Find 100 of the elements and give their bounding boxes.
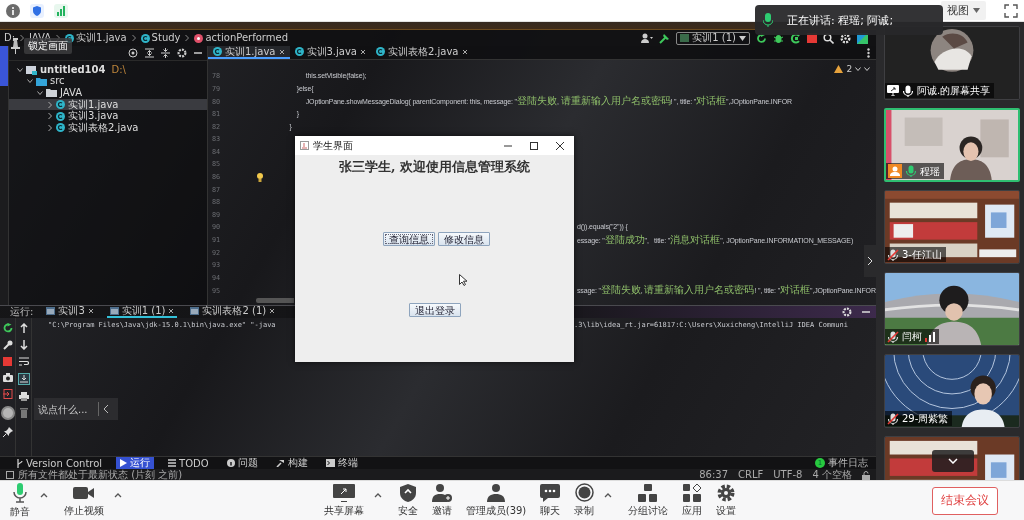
window-icon: [46, 307, 56, 315]
camera-icon[interactable]: [2, 373, 13, 382]
scroll-to-end-icon[interactable]: [17, 373, 30, 385]
more-icon[interactable]: [867, 47, 870, 58]
tree-item[interactable]: 实训3.java: [9, 110, 207, 122]
tool-window-tab[interactable]: Version Control: [12, 457, 107, 469]
rerun-icon[interactable]: [2, 323, 13, 333]
video-tile[interactable]: 阿诚.的屏幕共享: [884, 26, 1020, 100]
video-tile[interactable]: 闫柯: [884, 272, 1020, 346]
run-configuration-dropdown[interactable]: 实训1 (1): [676, 31, 750, 45]
close-icon[interactable]: [278, 48, 285, 55]
print-icon[interactable]: [18, 392, 29, 401]
tree-item[interactable]: 实训表格2.java: [9, 121, 207, 134]
video-tile[interactable]: 程瑶: [884, 108, 1020, 182]
toolbar-button[interactable]: 邀请: [427, 483, 456, 518]
search-icon[interactable]: [823, 32, 834, 44]
shield-icon: [30, 3, 44, 18]
toolbar-button[interactable]: 停止视频: [60, 483, 108, 518]
close-icon[interactable]: [168, 308, 175, 314]
tree-item[interactable]: 实训1.java: [9, 98, 207, 111]
pin-icon[interactable]: [2, 427, 13, 437]
toolbar-button[interactable]: 安全: [393, 483, 422, 518]
wrench-icon[interactable]: [2, 340, 13, 350]
maximize-icon[interactable]: [530, 141, 538, 150]
end-meeting-button[interactable]: 结束会议: [932, 486, 998, 515]
close-icon[interactable]: [87, 308, 94, 314]
tool-window-tab[interactable]: 终端: [321, 457, 362, 469]
action-button[interactable]: 查询信息: [383, 232, 435, 246]
coverage-icon[interactable]: [790, 32, 801, 44]
caret-icon[interactable]: [40, 491, 48, 498]
toolbar-button[interactable]: 录制: [570, 483, 599, 518]
previous-icon: [855, 65, 861, 73]
close-icon[interactable]: [556, 141, 564, 150]
run-tab[interactable]: 实训3: [43, 306, 97, 318]
breadcrumb-item[interactable]: Study: [151, 32, 181, 44]
light-bulb-icon[interactable]: [257, 172, 263, 182]
tool-window-tab[interactable]: 问题: [222, 457, 262, 469]
close-icon[interactable]: [269, 308, 276, 314]
collapse-all-icon[interactable]: [161, 48, 170, 58]
scrollbar[interactable]: [256, 298, 294, 303]
toolbar-button[interactable]: 静音: [6, 482, 34, 519]
caret-icon[interactable]: [373, 491, 382, 498]
expand-all-icon[interactable]: [145, 48, 154, 58]
exit-icon[interactable]: [2, 389, 13, 399]
video-tile[interactable]: 3-任江山: [884, 190, 1020, 264]
scroll-down-button[interactable]: [932, 450, 974, 472]
toolbar-button[interactable]: 共享屏幕: [319, 483, 368, 518]
logout-button[interactable]: 退出登录: [408, 303, 461, 317]
caret-icon[interactable]: [114, 491, 122, 498]
editor-tab[interactable]: 实训1.java: [208, 46, 290, 59]
down-arrow-icon[interactable]: [19, 340, 28, 350]
target-icon[interactable]: [128, 48, 138, 58]
toolbar-button[interactable]: 管理成员(39): [461, 483, 531, 518]
status-item[interactable]: UTF-8: [773, 469, 803, 480]
fullscreen-icon[interactable]: [1004, 3, 1018, 18]
tool-window-tab[interactable]: 构建: [271, 457, 312, 469]
toolbar-button[interactable]: 分组讨论: [624, 483, 673, 518]
status-item[interactable]: CRLF: [738, 469, 764, 480]
close-icon[interactable]: [360, 48, 366, 55]
avatar-icon[interactable]: [0, 406, 15, 420]
video-tile[interactable]: 29-周紫繁: [884, 354, 1020, 428]
status-item[interactable]: 86:37: [699, 469, 729, 480]
tool-window-tab[interactable]: 运行: [116, 457, 155, 469]
trash-icon[interactable]: [19, 408, 28, 418]
settings-icon[interactable]: [177, 48, 187, 58]
bug-icon[interactable]: [773, 32, 784, 44]
breadcrumb-item[interactable]: D:: [4, 32, 16, 44]
event-log-link[interactable]: 事件日志: [828, 456, 868, 470]
soft-wrap-icon[interactable]: [18, 357, 29, 366]
status-item[interactable]: 4 个空格: [812, 469, 852, 480]
editor-tab[interactable]: 实训表格2.java: [371, 46, 473, 59]
user-icon[interactable]: [641, 33, 654, 43]
up-arrow-icon[interactable]: [19, 323, 28, 333]
close-icon[interactable]: [461, 48, 468, 55]
hammer-icon[interactable]: [659, 32, 671, 44]
action-button[interactable]: 修改信息: [438, 232, 490, 246]
tree-item[interactable]: src: [9, 75, 207, 88]
info-icon: [6, 3, 20, 18]
editor-tab[interactable]: 实训3.java: [289, 46, 371, 59]
tree-item[interactable]: JAVA: [9, 87, 207, 99]
tool-window-tab[interactable]: TODO: [164, 457, 213, 469]
lock-icon[interactable]: [862, 470, 870, 480]
settings-icon[interactable]: [842, 307, 852, 317]
chat-field[interactable]: 说点什么...: [34, 398, 118, 420]
chat-input[interactable]: 说点什么...: [38, 403, 94, 415]
toolbar-button[interactable]: 聊天: [536, 483, 565, 518]
collapse-icon[interactable]: [103, 404, 109, 414]
toolbar-button[interactable]: 设置: [712, 483, 741, 518]
signal-icon: [54, 3, 68, 18]
expand-panel-button[interactable]: [864, 245, 876, 277]
run-tab[interactable]: 实训表格2 (1): [187, 306, 279, 318]
breadcrumb-item[interactable]: 实训1.java: [76, 32, 127, 44]
tree-item[interactable]: untitled104 D:\: [9, 64, 207, 76]
caret-icon[interactable]: [604, 491, 613, 498]
view-dropdown[interactable]: 视图: [941, 1, 986, 20]
run-tab[interactable]: 实训1 (1): [106, 306, 178, 318]
breadcrumb-item[interactable]: actionPerformed: [205, 32, 289, 44]
settings-icon[interactable]: [840, 32, 851, 44]
toolbar-button[interactable]: 应用: [678, 483, 707, 518]
participant-name: 阿诚.的屏幕共享: [917, 84, 991, 97]
